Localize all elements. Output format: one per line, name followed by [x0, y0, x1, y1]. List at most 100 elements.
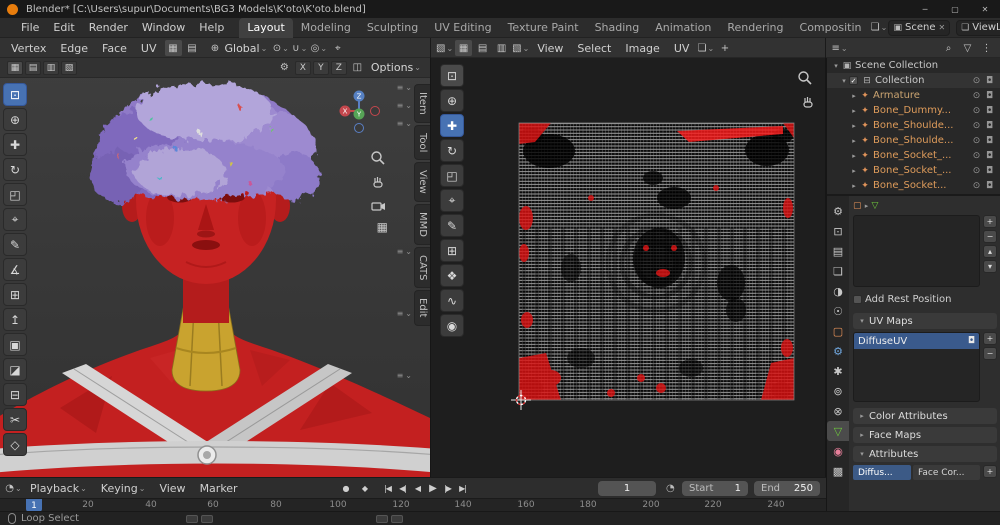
uv-select-face-button[interactable]: ▥ — [493, 40, 510, 56]
expand-icon[interactable]: ▾ — [831, 62, 841, 70]
viewport-3d[interactable]: ▦ ▤ ▥ ▧ ⚙ X Y Z ◫ Options ⌄ ⊡ ⊕ ✚ ↻ ◰ ⌖ … — [0, 58, 431, 477]
hide-eye-icon[interactable]: ⊙ — [970, 121, 983, 131]
properties-tab-object[interactable]: ▢ — [827, 321, 849, 341]
properties-tab-world[interactable]: ☉ — [827, 301, 849, 321]
add-attribute-button[interactable]: + — [983, 465, 997, 478]
grid-toggle-icon[interactable]: ▦ — [377, 220, 388, 234]
properties-tab-object-data[interactable]: ▽ — [827, 421, 849, 441]
outliner-item-row[interactable]: ▸ ✦ Bone_Dummy... ⊙ ◘ — [827, 103, 1000, 118]
expand-icon[interactable]: ▸ — [849, 107, 859, 115]
menu-marker[interactable]: Marker — [193, 478, 245, 498]
menu-file[interactable]: File — [14, 18, 46, 38]
uv-menu-image[interactable]: Image — [618, 38, 666, 58]
workspace-tab-shading[interactable]: Shading — [587, 18, 648, 38]
navigation-gizmo[interactable]: Z X Y — [336, 88, 382, 134]
workspace-tab-compositing[interactable]: Compositin — [792, 18, 870, 38]
current-frame-field[interactable]: 1 — [598, 480, 656, 496]
uv-menu-select[interactable]: Select — [570, 38, 618, 58]
outliner-item-row[interactable]: ▸ ✦ Armature ⊙ ◘ — [827, 88, 1000, 103]
vertex-groups-list[interactable] — [853, 215, 980, 287]
uv-tool-relax-button[interactable]: ∿ — [440, 289, 464, 312]
maximize-button[interactable]: ▢ — [940, 0, 970, 18]
properties-tab-physics[interactable]: ⊚ — [827, 381, 849, 401]
mirror-z-toggle[interactable]: Z — [330, 60, 347, 75]
workspace-tab-uv-editing[interactable]: UV Editing — [426, 18, 499, 38]
menu-edge[interactable]: Edge — [53, 38, 95, 58]
close-button[interactable]: ✕ — [970, 0, 1000, 18]
keying-set-button[interactable]: ◆ — [357, 480, 372, 496]
mode-toggle-2[interactable]: ▥ — [43, 60, 59, 75]
workspace-tab-sculpting[interactable]: Sculpting — [359, 18, 426, 38]
new-image-button[interactable]: + — [716, 40, 733, 56]
uv-menu-view[interactable]: View — [530, 38, 570, 58]
sidebar-tab-tool[interactable]: Tool — [414, 124, 430, 161]
uv-tool-cursor-button[interactable]: ⊕ — [440, 89, 464, 112]
hide-eye-icon[interactable]: ⊙ — [970, 136, 983, 146]
hide-eye-icon[interactable]: ⊙ — [970, 76, 983, 86]
workspace-tab-modeling[interactable]: Modeling — [293, 18, 359, 38]
jump-to-end-button[interactable]: ▶| — [455, 480, 470, 496]
minimize-button[interactable]: ─ — [910, 0, 940, 18]
hide-eye-icon[interactable]: ⊙ — [970, 181, 983, 191]
render-visibility-icon[interactable]: ◘ — [983, 151, 996, 161]
scene-selector[interactable]: ▣ Scene ✕ — [888, 19, 951, 36]
outliner-options-button[interactable]: ⋮ — [978, 40, 995, 56]
tool-rotate-button[interactable]: ↻ — [3, 158, 27, 181]
transform-orientation-dropdown[interactable]: ⊕ Global ⌄ — [202, 40, 272, 56]
menu-view[interactable]: View — [152, 478, 192, 498]
tool-cursor-button[interactable]: ⊕ — [3, 108, 27, 131]
tool-knife-button[interactable]: ✂ — [3, 408, 27, 431]
properties-tab-tool[interactable]: ⚙ — [827, 201, 849, 221]
uv-tool-pinch-button[interactable]: ◉ — [440, 314, 464, 337]
auto-key-button[interactable]: ● — [338, 480, 353, 496]
panel-expander[interactable]: ≡ ⌄ — [397, 120, 412, 128]
character-model[interactable] — [0, 78, 431, 477]
play-reverse-button[interactable]: ◀ — [410, 480, 425, 496]
uv-sync-toggle[interactable]: ▦ — [7, 60, 23, 75]
sidebar-tab-edit[interactable]: Edit — [414, 290, 430, 326]
tool-scale-button[interactable]: ◰ — [3, 183, 27, 206]
workspace-tab-animation[interactable]: Animation — [647, 18, 719, 38]
frame-start-field[interactable]: Start 1 — [682, 480, 748, 496]
uv-map-canvas[interactable] — [431, 58, 826, 477]
camera-view-icon[interactable] — [370, 198, 386, 214]
hide-eye-icon[interactable]: ⊙ — [970, 91, 983, 101]
properties-tab-scene[interactable]: ◑ — [827, 281, 849, 301]
add-rest-position-checkbox[interactable] — [853, 294, 862, 304]
properties-tab-material[interactable]: ◉ — [827, 441, 849, 461]
zoom-icon[interactable] — [370, 150, 386, 166]
menu-edit[interactable]: Edit — [46, 18, 81, 38]
uv-select-vertex-button[interactable]: ▦ — [455, 40, 473, 56]
tool-inset-button[interactable]: ▣ — [3, 333, 27, 356]
mirror-x-toggle[interactable]: X — [294, 60, 311, 75]
render-visibility-icon[interactable]: ◘ — [983, 181, 996, 191]
panel-expander[interactable]: ≡ ⌄ — [397, 248, 412, 256]
viewlayer-selector[interactable]: ❏ ViewLayer ✕ — [956, 19, 1000, 36]
outliner-item-row[interactable]: ▸ ✦ Bone_Socket_... ⊙ ◘ — [827, 148, 1000, 163]
color-attributes-panel-header[interactable]: ▸ Color Attributes — [853, 408, 997, 424]
menu-uv[interactable]: UV — [134, 38, 164, 58]
render-visibility-icon[interactable]: ◘ — [983, 106, 996, 116]
options-dropdown[interactable]: Options ⌄ — [367, 60, 425, 76]
render-visibility-icon[interactable]: ◘ — [983, 76, 996, 86]
outliner-filter-button[interactable]: ▽ — [959, 40, 976, 56]
uv-select-edge-button[interactable]: ▤ — [474, 40, 491, 56]
jump-to-start-button[interactable]: |◀ — [380, 480, 395, 496]
uv-tool-move-button[interactable]: ✚ — [440, 114, 464, 137]
outliner-editor-type-button[interactable]: ≡ ⌄ — [831, 40, 848, 56]
outliner-item-row[interactable]: ▸ ✦ Bone_Socket_... ⊙ ◘ — [827, 163, 1000, 178]
prev-keyframe-button[interactable]: ◀| — [395, 480, 410, 496]
tool-extrude-button[interactable]: ↥ — [3, 308, 27, 331]
properties-tab-output[interactable]: ▤ — [827, 241, 849, 261]
menu-render[interactable]: Render — [82, 18, 135, 38]
menu-face[interactable]: Face — [95, 38, 134, 58]
expand-icon[interactable]: ▸ — [849, 167, 859, 175]
panel-expander[interactable]: ≡ ⌄ — [397, 372, 412, 380]
uv-tool-rotate-button[interactable]: ↻ — [440, 139, 464, 162]
mode-toggle-3[interactable]: ▧ — [61, 60, 77, 75]
next-keyframe-button[interactable]: |▶ — [440, 480, 455, 496]
move-down-button[interactable]: ▾ — [983, 260, 997, 273]
expand-icon[interactable]: ▸ — [849, 137, 859, 145]
uv-tool-grab-button[interactable]: ❖ — [440, 264, 464, 287]
play-button[interactable]: ▶ — [425, 480, 440, 496]
